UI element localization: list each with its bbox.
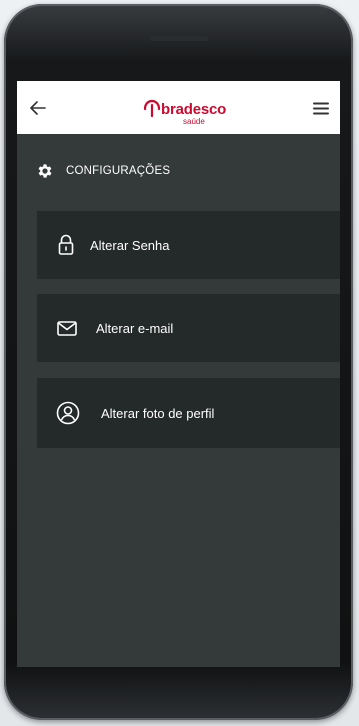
hamburger-menu-icon (313, 102, 329, 114)
page-title: CONFIGURAÇÕES (66, 165, 171, 177)
bradesco-tree-icon (143, 99, 161, 118)
gear-icon (38, 164, 52, 178)
change-profile-photo-label: Alterar foto de perfil (101, 405, 215, 421)
change-profile-photo-option[interactable]: Alterar foto de perfil (37, 378, 340, 448)
back-button[interactable] (25, 95, 51, 121)
phone-frame: bradesco saúde CONFIGURAÇÕES Alterar Sen… (4, 4, 353, 720)
arrow-left-icon (30, 101, 46, 115)
lock-icon (56, 233, 76, 257)
change-password-label: Alterar Senha (90, 237, 170, 253)
mockup-stage: bradesco saúde CONFIGURAÇÕES Alterar Sen… (0, 0, 359, 726)
app-header: bradesco saúde (17, 81, 340, 134)
app-screen: bradesco saúde CONFIGURAÇÕES Alterar Sen… (17, 81, 340, 667)
change-password-option[interactable]: Alterar Senha (37, 211, 340, 279)
bradesco-saude-logo: bradesco saúde (139, 91, 239, 129)
change-email-option[interactable]: Alterar e-mail (37, 294, 340, 362)
brand-product: saúde (183, 117, 205, 126)
phone-speaker (150, 36, 208, 41)
envelope-icon (56, 318, 78, 338)
section-header: CONFIGURAÇÕES (36, 160, 170, 182)
change-email-label: Alterar e-mail (96, 320, 174, 336)
brand-name: bradesco (161, 101, 227, 118)
user-circle-icon (56, 401, 80, 425)
menu-button[interactable] (308, 95, 334, 121)
